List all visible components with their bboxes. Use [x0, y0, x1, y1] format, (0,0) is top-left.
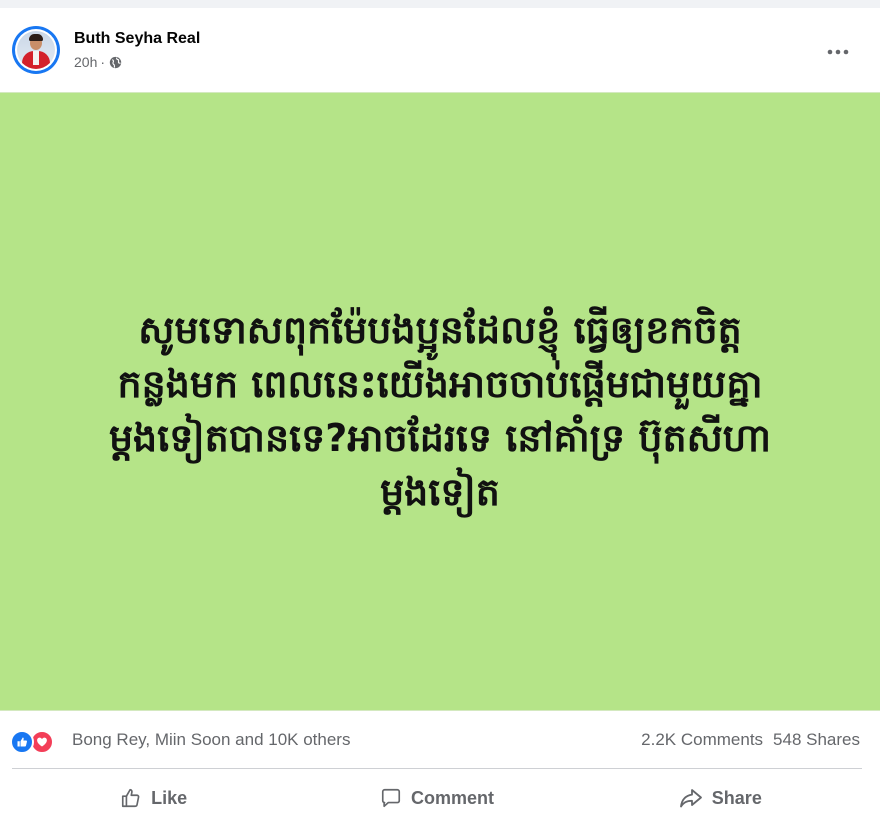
post-actions: Like Comment Share: [12, 772, 862, 824]
reaction-icons[interactable]: [10, 730, 54, 754]
reactors-summary[interactable]: Bong Rey, Miin Soon and 10K others: [72, 730, 350, 750]
post-text-image[interactable]: សូមទោសពុកម៉ែបងប្អូនដែលខ្ញុំ ធ្វើឲ្យខកចិត…: [0, 92, 880, 711]
comment-label: Comment: [410, 787, 494, 808]
comment-button[interactable]: Comment: [295, 772, 578, 824]
reactions-bar: Bong Rey, Miin Soon and 10K others 2.2K …: [0, 711, 880, 765]
shares-count[interactable]: 548 Shares: [773, 730, 860, 750]
avatar-shirt: [33, 51, 39, 65]
share-arrow-icon: [679, 789, 702, 808]
post-header: Buth Seyha Real 20h ·: [0, 8, 880, 92]
share-label: Share: [711, 787, 762, 808]
comments-count[interactable]: 2.2K Comments: [641, 730, 763, 750]
avatar-photo: [17, 31, 55, 69]
post-image-text: សូមទោសពុកម៉ែបងប្អូនដែលខ្ញុំ ធ្វើឲ្យខកចិត…: [40, 303, 840, 519]
post-meta: 20h ·: [74, 54, 122, 70]
post-text-line: សូមទោសពុកម៉ែបងប្អូនដែលខ្ញុំ ធ្វើឲ្យខកចិត…: [138, 308, 742, 352]
thumbs-up-icon: [122, 788, 140, 808]
post-text-line: កន្លងមក ពេលនេះយើងអាចចាប់ផ្តើមជាមួយគ្នា: [117, 362, 763, 406]
author-avatar[interactable]: [12, 26, 60, 74]
like-label: Like: [151, 787, 188, 808]
like-button[interactable]: Like: [12, 772, 295, 824]
meta-separator: ·: [100, 54, 106, 70]
more-options-icon: [827, 49, 849, 55]
avatar-frame: [15, 29, 57, 71]
post-card: Buth Seyha Real 20h · សូមទោសពុកម៉ែបងប្អូ…: [0, 8, 880, 829]
like-reaction-icon: [10, 730, 34, 754]
author-name[interactable]: Buth Seyha Real: [74, 30, 200, 48]
globe-icon[interactable]: [109, 56, 122, 69]
post-text-line: ម្តងទៀត: [380, 470, 500, 514]
avatar-hair: [29, 34, 43, 41]
post-timestamp[interactable]: 20h: [74, 54, 97, 70]
action-divider: [12, 768, 862, 769]
post-text-line: ម្តងទៀតបានទេ?អាចដែរទេ នៅគាំទ្រ ប៊ុតសីហា: [108, 416, 772, 460]
more-options-button[interactable]: [820, 38, 856, 66]
comment-icon: [381, 788, 401, 808]
engagement-counts: 2.2K Comments 548 Shares: [641, 730, 860, 750]
share-button[interactable]: Share: [579, 772, 862, 824]
